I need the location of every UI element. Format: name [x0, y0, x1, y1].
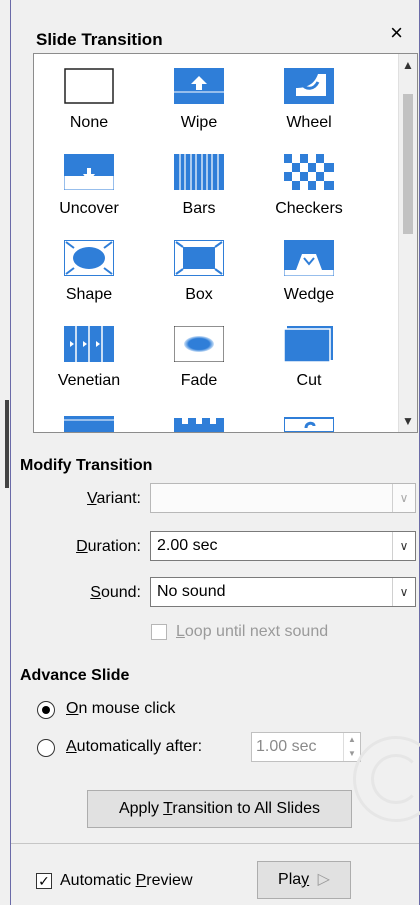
transition-label: Wedge — [283, 286, 335, 303]
gallery-scrollbar[interactable]: ▲ ▼ — [398, 54, 417, 432]
on-mouse-click-radio[interactable] — [37, 701, 55, 719]
variant-dropdown[interactable]: ∨ — [150, 483, 416, 513]
wipe-transition-icon — [174, 68, 224, 104]
none-transition-icon — [64, 68, 114, 104]
panel-title-bar: Slide Transition — [11, 12, 419, 52]
transition-label: Fade — [180, 372, 218, 389]
scroll-down-icon[interactable]: ▼ — [399, 412, 417, 430]
transition-label: Uncover — [59, 200, 119, 217]
spin-up-down-icon[interactable]: ▲ ▼ — [343, 733, 360, 761]
transition-item-cut[interactable]: Cut — [259, 316, 359, 402]
transition-item-fade[interactable]: Fade — [149, 316, 249, 402]
transition-item-none[interactable]: None — [39, 58, 139, 144]
transition-partial-icon — [64, 416, 114, 432]
footer-divider — [11, 843, 419, 844]
transition-label: Checkers — [275, 200, 343, 217]
transition-label: Bars — [182, 200, 216, 217]
automatic-preview-checkbox[interactable]: ✓ — [36, 873, 52, 889]
transition-partial-icon — [174, 418, 224, 432]
transition-item-box[interactable]: Box — [149, 230, 249, 316]
bars-transition-icon — [174, 154, 224, 190]
chevron-down-icon[interactable]: ∨ — [392, 578, 415, 606]
chevron-down-icon[interactable]: ∨ — [392, 532, 415, 560]
transition-partial-icon — [284, 417, 334, 432]
uncover-transition-icon — [64, 154, 114, 190]
play-label: Play — [278, 871, 310, 888]
automatically-after-label: Automatically after: — [66, 738, 203, 755]
duration-value: 2.00 sec — [157, 537, 218, 554]
auto-advance-time-value: 1.00 sec — [256, 738, 317, 755]
play-icon: ▷ — [317, 871, 330, 888]
sound-dropdown[interactable]: No sound ∨ — [150, 577, 416, 607]
wedge-transition-icon — [284, 240, 334, 276]
slide-transition-panel: Slide Transition × None Wipe Wheel Uncov… — [11, 0, 420, 905]
modify-transition-heading: Modify Transition — [20, 457, 153, 474]
panel-title: Slide Transition — [36, 30, 163, 49]
transition-gallery: None Wipe Wheel Uncover Bars Checkers Sh… — [33, 53, 418, 433]
transition-item-shape[interactable]: Shape — [39, 230, 139, 316]
transition-item-uncover[interactable]: Uncover — [39, 144, 139, 230]
transition-label: Cut — [296, 372, 322, 389]
transition-item-wedge[interactable]: Wedge — [259, 230, 359, 316]
sound-value: No sound — [157, 583, 226, 600]
panel-splitter-handle[interactable] — [5, 400, 9, 488]
scroll-up-icon[interactable]: ▲ — [399, 56, 417, 74]
sound-label: Sound: — [90, 584, 141, 601]
shape-transition-icon — [64, 240, 114, 276]
checkers-transition-icon — [284, 154, 334, 190]
watermark-decoration — [371, 754, 420, 804]
automatically-after-radio[interactable] — [37, 739, 55, 757]
transition-label: Box — [185, 286, 213, 303]
transition-item-venetian[interactable]: Venetian — [39, 316, 139, 402]
transition-item-wipe[interactable]: Wipe — [149, 58, 249, 144]
loop-checkbox[interactable] — [151, 624, 167, 640]
auto-advance-time-input[interactable]: 1.00 sec ▲ ▼ — [251, 732, 361, 762]
automatic-preview-label: Automatic Preview — [60, 872, 193, 889]
box-transition-icon — [174, 240, 224, 276]
transition-label: Wipe — [180, 114, 218, 131]
transition-label: Wheel — [286, 114, 332, 131]
transition-item-wheel[interactable]: Wheel — [259, 58, 359, 144]
transition-label: Shape — [65, 286, 113, 303]
advance-slide-heading: Advance Slide — [20, 667, 130, 684]
variant-label: Variant: — [87, 490, 141, 507]
cut-transition-icon — [284, 326, 333, 362]
close-icon[interactable]: × — [390, 22, 403, 44]
transition-label: None — [69, 114, 109, 131]
wheel-transition-icon — [284, 68, 334, 104]
transition-item-checkers[interactable]: Checkers — [259, 144, 359, 230]
play-button[interactable]: Play ▷ — [257, 861, 351, 899]
duration-label: Duration: — [76, 538, 141, 555]
apply-to-all-label: Apply Transition to All Slides — [118, 800, 320, 817]
apply-to-all-slides-button[interactable]: Apply Transition to All Slides — [87, 790, 352, 828]
venetian-transition-icon — [64, 326, 114, 362]
transition-item-bars[interactable]: Bars — [149, 144, 249, 230]
chevron-down-icon[interactable]: ∨ — [392, 484, 415, 512]
on-mouse-click-label: On mouse click — [66, 700, 176, 717]
scrollbar-thumb[interactable] — [403, 94, 413, 234]
duration-dropdown[interactable]: 2.00 sec ∨ — [150, 531, 416, 561]
loop-label: Loop until next sound — [176, 623, 329, 640]
fade-transition-icon — [174, 326, 224, 362]
transition-label: Venetian — [57, 372, 121, 389]
